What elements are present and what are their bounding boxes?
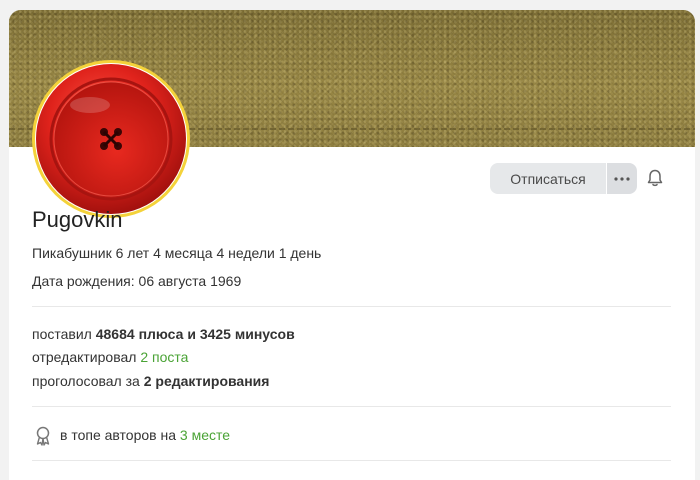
voted-label: редактирования xyxy=(155,373,270,389)
divider xyxy=(32,406,671,407)
award-icon xyxy=(36,426,50,446)
profile-card: Отписаться Pugovkin Пикабушник 6 лет 4 м… xyxy=(9,10,695,480)
ranking-value[interactable]: 3 месте xyxy=(180,427,230,443)
unsubscribe-button[interactable]: Отписаться xyxy=(490,163,606,194)
avatar-image xyxy=(35,63,187,215)
votes-stat: поставил 48684 плюса и 3425 минусов xyxy=(32,326,295,342)
edited-stat: отредактировал 2 поста xyxy=(32,349,188,365)
plus-label: плюса и xyxy=(138,326,196,342)
plus-count: 48684 xyxy=(95,326,135,342)
birthday-text: Дата рождения: 06 августа 1969 xyxy=(32,273,242,289)
username: Pugovkin xyxy=(32,207,123,232)
edited-value[interactable]: 2 поста xyxy=(140,349,188,365)
more-horizontal-icon xyxy=(614,176,630,181)
votes-prefix: поставил xyxy=(32,326,92,342)
divider xyxy=(32,460,671,461)
subscription-actions: Отписаться xyxy=(490,163,637,194)
avatar[interactable] xyxy=(32,60,190,218)
tenure-text: Пикабушник 6 лет 4 месяца 4 недели 1 ден… xyxy=(32,245,322,261)
red-button-image xyxy=(36,64,186,214)
bell-icon[interactable] xyxy=(645,168,665,188)
voted-count: 2 xyxy=(143,373,152,389)
edited-prefix: отредактировал xyxy=(32,349,137,365)
minus-count: 3425 xyxy=(199,326,231,342)
ranking-prefix: в топе авторов на xyxy=(60,427,176,443)
more-button[interactable] xyxy=(607,163,637,194)
voted-prefix: проголосовал за xyxy=(32,373,140,389)
minus-label: минусов xyxy=(234,326,295,342)
voted-stat: проголосовал за 2 редактирования xyxy=(32,373,269,389)
divider xyxy=(32,306,671,307)
ranking-text: в топе авторов на 3 месте xyxy=(60,427,230,443)
